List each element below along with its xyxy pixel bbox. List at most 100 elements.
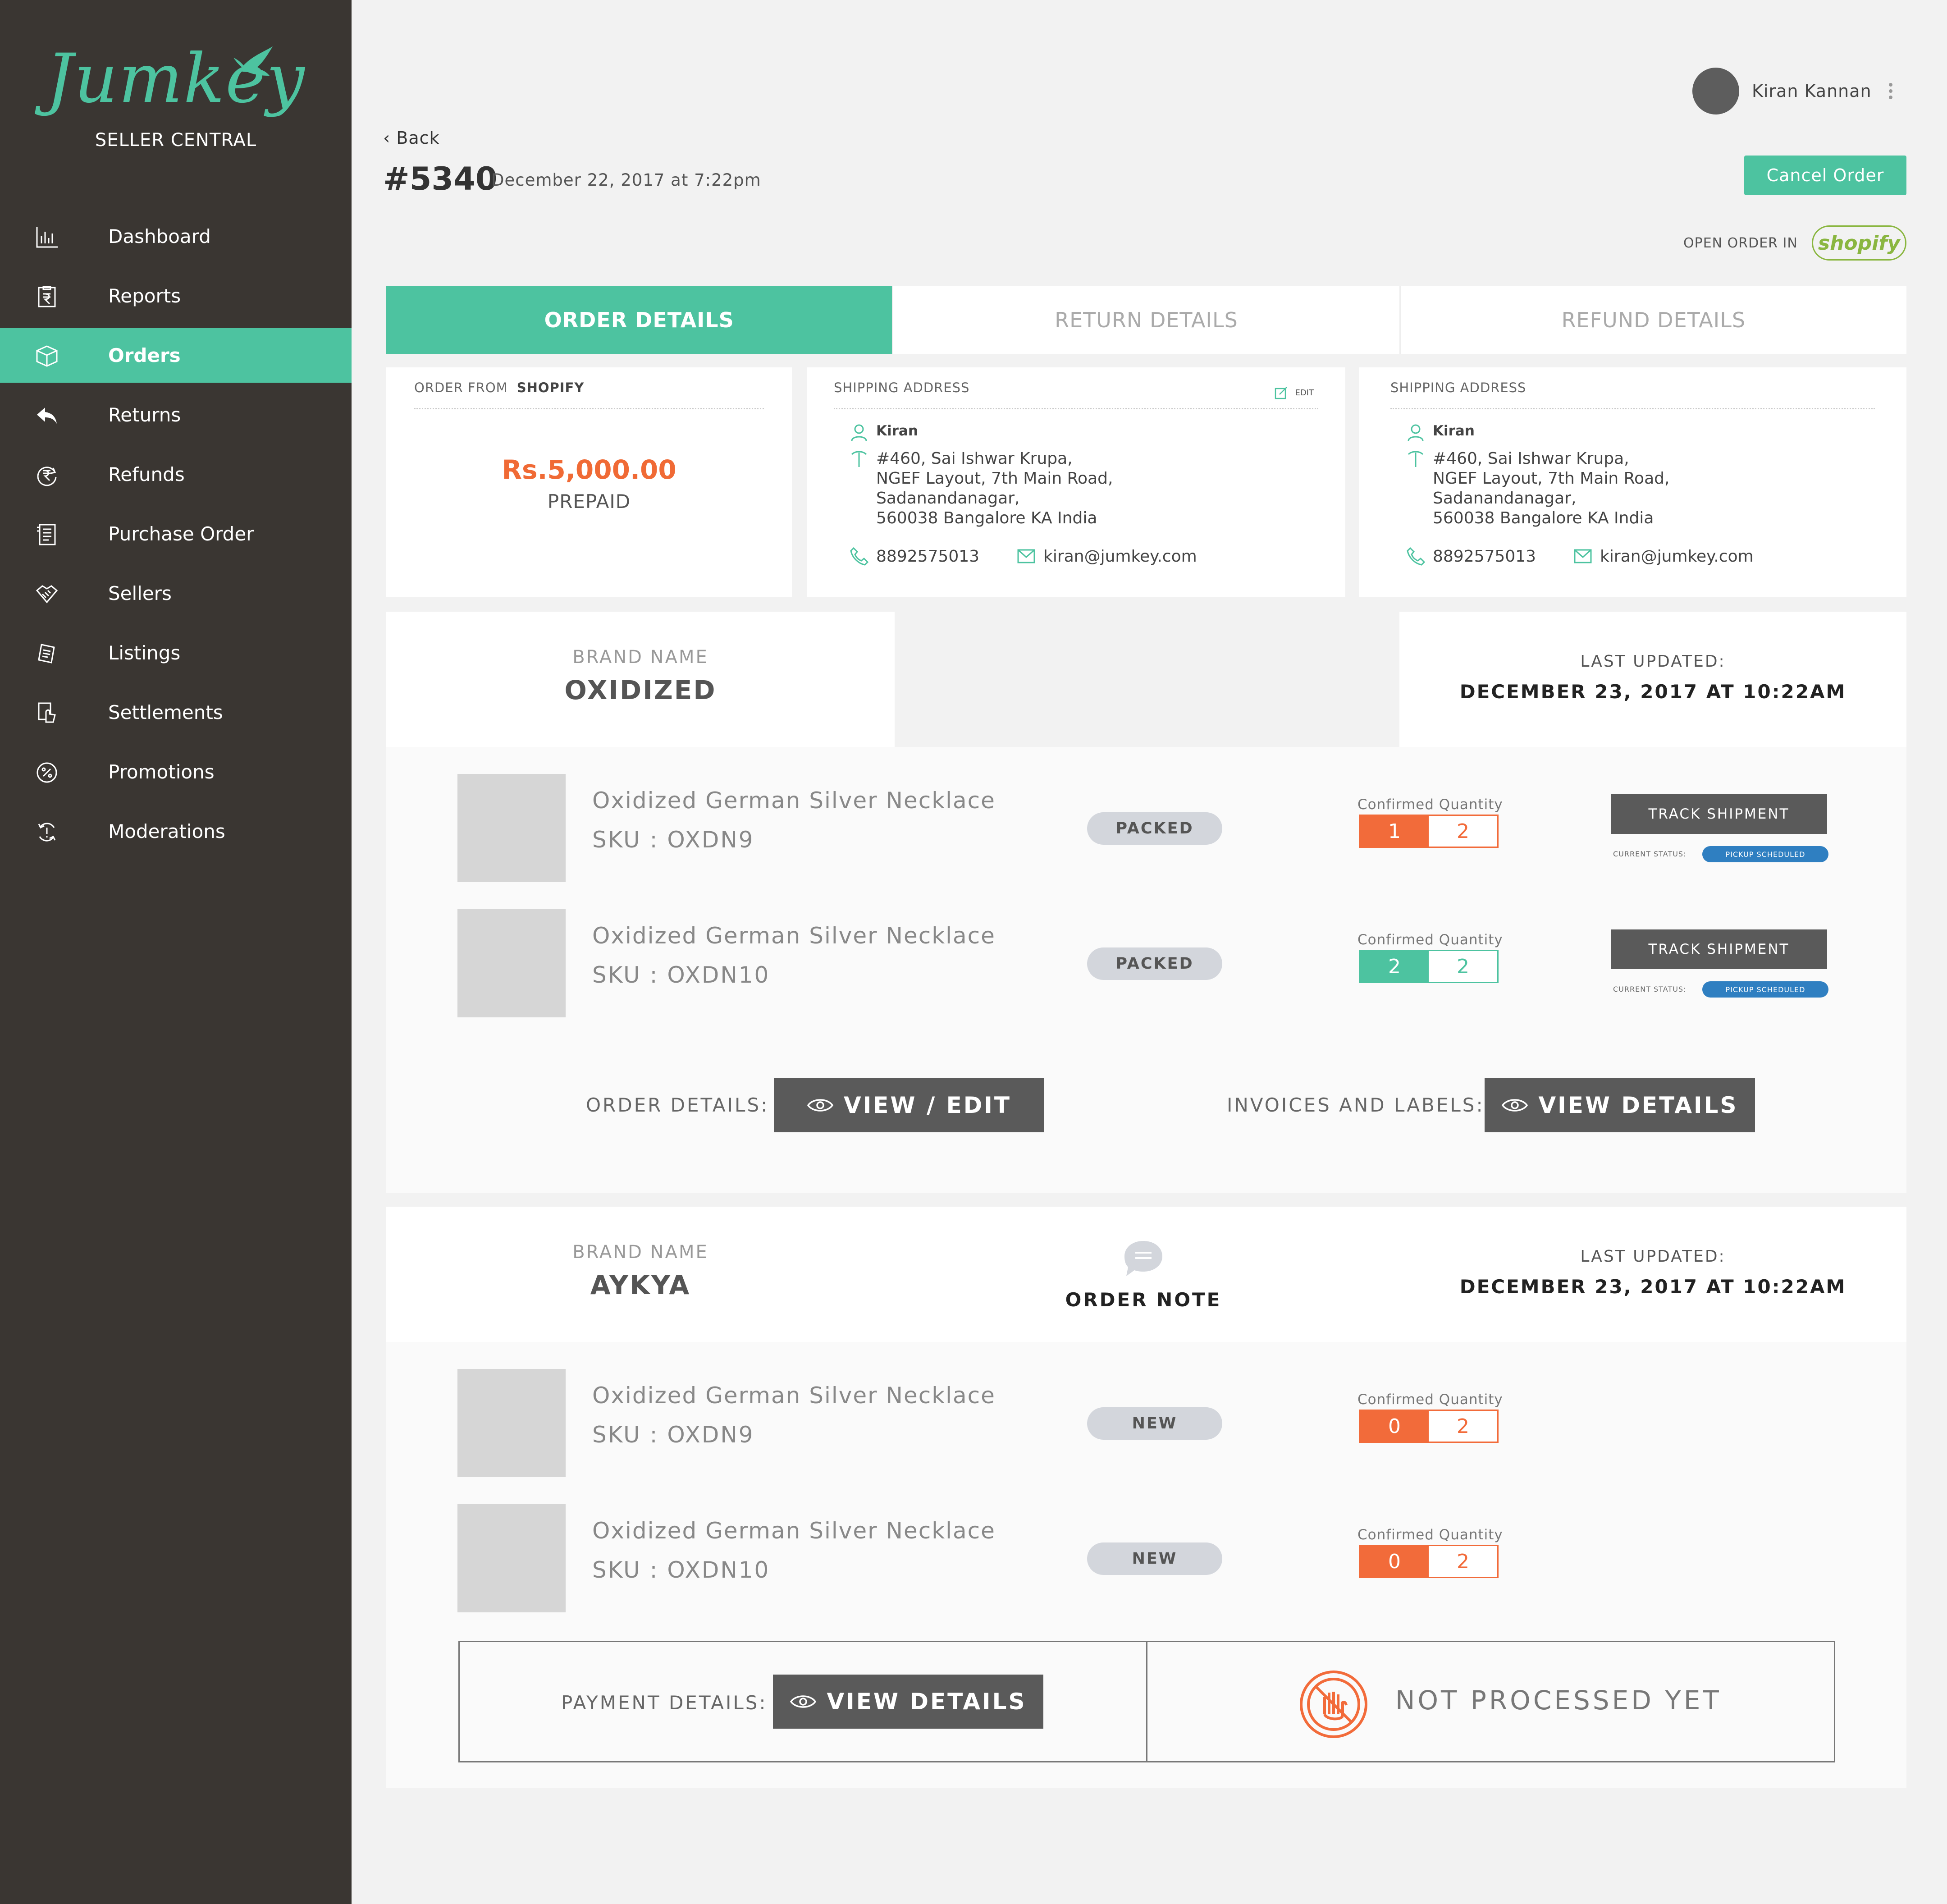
recipient-name: Kiran <box>876 423 918 439</box>
sidebar-item-label: Sellers <box>108 582 172 604</box>
phone-number[interactable]: 8892575013 <box>876 547 979 566</box>
back-label: Back <box>396 128 440 148</box>
user-menu[interactable]: Kiran Kannan <box>1692 68 1892 114</box>
product-thumbnail[interactable] <box>457 1504 566 1612</box>
sidebar-item-label: Settlements <box>108 701 223 723</box>
order-details-label: ORDER DETAILS: <box>586 1094 769 1116</box>
product-name[interactable]: Oxidized German Silver Necklace <box>592 1518 996 1544</box>
track-shipment-button[interactable]: TRACK SHIPMENT <box>1611 929 1827 969</box>
sidebar-item-refunds[interactable]: Refunds <box>0 447 352 502</box>
sidebar-item-label: Dashboard <box>108 225 211 247</box>
list-item: Oxidized German Silver Necklace SKU : OX… <box>386 774 1906 882</box>
order-amount: Rs.5,000.00 <box>502 454 676 485</box>
sidebar-item-listings[interactable]: Listings <box>0 626 352 680</box>
settlements-icon <box>38 702 56 723</box>
sidebar-item-sellers[interactable]: Sellers <box>0 566 352 621</box>
confirmed-quantity-label: Confirmed Quantity <box>1357 1391 1503 1408</box>
current-status-label: CURRENT STATUS: <box>1613 850 1686 858</box>
address-line: Sadanandanagar, <box>876 489 1020 508</box>
view-details-label: VIEW DETAILS <box>1538 1092 1738 1118</box>
edit-address-button[interactable]: EDIT <box>1274 385 1314 400</box>
view-details-label: VIEW DETAILS <box>827 1689 1027 1715</box>
last-updated-value: DECEMBER 23, 2017 AT 10:22AM <box>1459 1276 1846 1298</box>
order-from-header: ORDER FROM SHOPIFY <box>414 380 764 409</box>
sidebar-item-purchase-order[interactable]: Purchase Order <box>0 507 352 561</box>
product-name[interactable]: Oxidized German Silver Necklace <box>592 1382 996 1409</box>
sidebar-item-orders[interactable]: Orders <box>0 328 352 383</box>
email-address[interactable]: kiran@jumkey.com <box>1600 547 1754 566</box>
quantity-stepper[interactable]: 1 2 <box>1359 815 1499 848</box>
list-item: Oxidized German Silver Necklace SKU : OX… <box>386 1369 1906 1477</box>
invoices-labels-label: INVOICES AND LABELS: <box>1227 1094 1485 1116</box>
shipping-title: SHIPPING ADDRESS <box>834 380 970 395</box>
phone-number[interactable]: 8892575013 <box>1433 547 1536 566</box>
moderation-icon <box>38 823 56 842</box>
product-thumbnail[interactable] <box>457 774 566 882</box>
shipping-title: SHIPPING ADDRESS <box>1390 380 1527 395</box>
total-quantity: 2 <box>1429 1411 1497 1442</box>
sidebar-item-dashboard[interactable]: Dashboard <box>0 209 352 264</box>
current-status-badge: PICKUP SCHEDULED <box>1702 846 1828 862</box>
view-invoices-button[interactable]: VIEW DETAILS <box>1485 1078 1755 1132</box>
last-updated-label: LAST UPDATED: <box>1580 652 1726 671</box>
rupee-document-icon <box>38 286 56 307</box>
user-name: Kiran Kannan <box>1752 81 1872 101</box>
address-line: NGEF Layout, 7th Main Road, <box>876 469 1113 488</box>
address-line: 560038 Bangalore KA India <box>876 509 1097 527</box>
product-sku: SKU : OXDN10 <box>592 1557 770 1583</box>
back-link[interactable]: ‹ Back <box>383 128 440 148</box>
sidebar-item-moderations[interactable]: Moderations <box>0 804 352 859</box>
cancel-order-button[interactable]: Cancel Order <box>1744 156 1906 195</box>
sidebar-item-promotions[interactable]: Promotions <box>0 745 352 799</box>
confirmed-quantity[interactable]: 2 <box>1360 951 1429 982</box>
brand-logo[interactable]: Jumkey SELLER CENTRAL <box>0 45 352 151</box>
brand-header-aykya: BRAND NAME AYKYA ORDER NOTE LAST UPDATED… <box>386 1207 1906 1342</box>
track-shipment-button[interactable]: TRACK SHIPMENT <box>1611 794 1827 834</box>
product-name[interactable]: Oxidized German Silver Necklace <box>592 923 996 949</box>
order-date: December 22, 2017 at 7:22pm <box>491 170 761 190</box>
eye-icon <box>790 1695 817 1708</box>
tab-return-details[interactable]: RETURN DETAILS <box>893 286 1401 354</box>
view-edit-button[interactable]: VIEW / EDIT <box>774 1078 1044 1132</box>
sidebar-item-label: Promotions <box>108 761 215 783</box>
address-line: 560038 Bangalore KA India <box>1433 509 1654 527</box>
product-thumbnail[interactable] <box>457 1369 566 1477</box>
last-updated-value: DECEMBER 23, 2017 AT 10:22AM <box>1459 681 1846 703</box>
avatar[interactable] <box>1692 68 1739 114</box>
product-thumbnail[interactable] <box>457 909 566 1017</box>
confirmed-quantity[interactable]: 0 <box>1360 1546 1429 1577</box>
confirmed-quantity[interactable]: 0 <box>1360 1411 1429 1442</box>
view-payment-details-button[interactable]: VIEW DETAILS <box>773 1675 1043 1729</box>
shopify-button[interactable]: shopify <box>1812 225 1906 261</box>
sidebar-item-returns[interactable]: Returns <box>0 388 352 442</box>
box-icon <box>36 345 58 367</box>
phone-icon <box>1407 547 1426 566</box>
email-address[interactable]: kiran@jumkey.com <box>1043 547 1197 566</box>
quantity-stepper[interactable]: 0 2 <box>1359 1545 1499 1578</box>
quantity-stepper[interactable]: 2 2 <box>1359 950 1499 983</box>
bar-chart-icon <box>36 227 58 248</box>
stop-hand-icon <box>1300 1671 1367 1738</box>
brand-label: BRAND NAME <box>572 647 708 668</box>
sidebar: Jumkey SELLER CENTRAL Dashboard Reports … <box>0 0 352 1904</box>
confirmed-quantity-label: Confirmed Quantity <box>1357 796 1503 813</box>
brand-items-aykya: Oxidized German Silver Necklace SKU : OX… <box>386 1342 1906 1788</box>
quantity-stepper[interactable]: 0 2 <box>1359 1410 1499 1443</box>
tab-refund-details[interactable]: REFUND DETAILS <box>1401 286 1906 354</box>
sidebar-item-reports[interactable]: Reports <box>0 269 352 323</box>
more-vertical-icon[interactable] <box>1888 83 1892 99</box>
location-pin-icon <box>1408 451 1424 467</box>
sidebar-item-settlements[interactable]: Settlements <box>0 685 352 740</box>
product-name[interactable]: Oxidized German Silver Necklace <box>592 787 996 814</box>
order-note-button[interactable]: ORDER NOTE <box>959 1238 1328 1311</box>
listings-icon <box>38 644 55 664</box>
handshake-icon <box>36 585 58 604</box>
confirmed-quantity[interactable]: 1 <box>1360 816 1429 847</box>
status-badge: PACKED <box>1087 947 1222 980</box>
recipient-name-row: Kiran <box>1390 423 1875 443</box>
total-quantity: 2 <box>1429 1546 1497 1577</box>
tab-order-details[interactable]: ORDER DETAILS <box>386 286 894 354</box>
payment-type: PREPAID <box>547 490 631 513</box>
sidebar-nav: Dashboard Reports Orders Returns Refunds… <box>0 209 352 864</box>
brand-label: BRAND NAME <box>572 1242 708 1263</box>
